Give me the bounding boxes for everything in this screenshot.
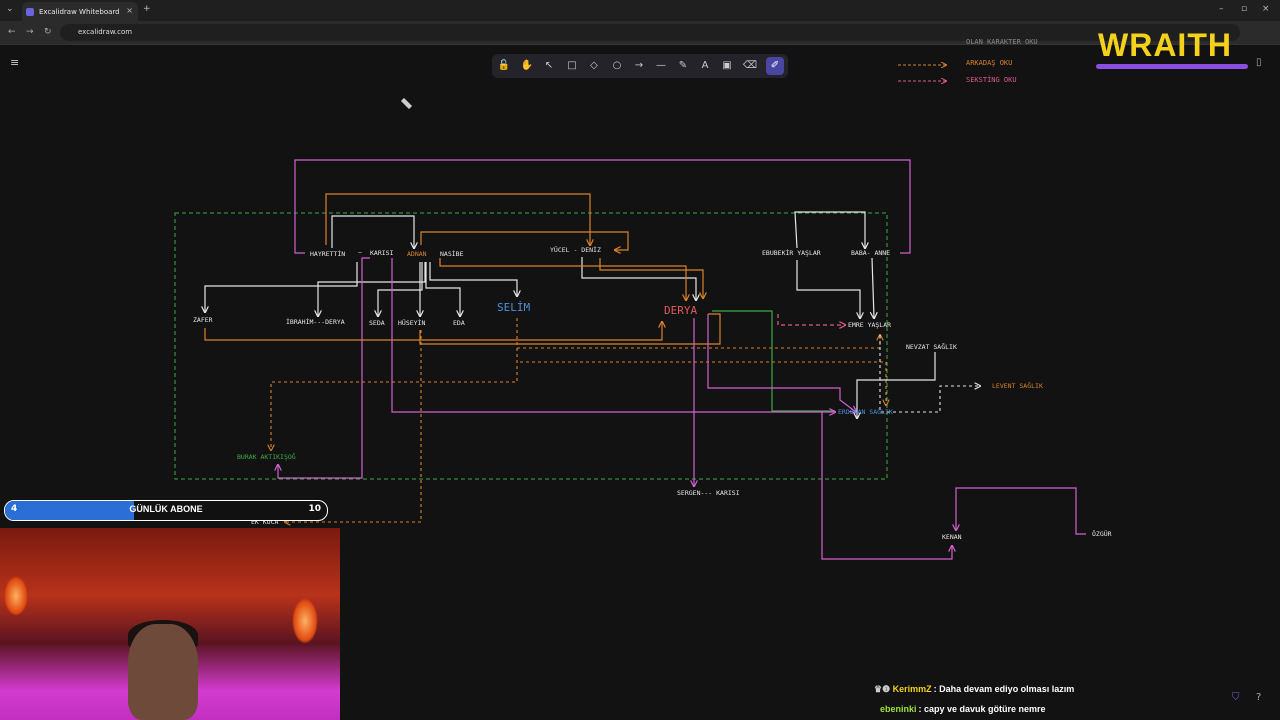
line-baba-emre [872, 257, 874, 318]
moderator-badge-icon: ♛❶ [874, 684, 893, 694]
node-ibrahim-derya: İBRAHİM---DERYA [286, 317, 345, 326]
line-zafer [205, 262, 358, 312]
pink-ozgur-kenan [956, 487, 1086, 535]
node-karisi: KARISI [370, 249, 394, 257]
line-ibrahim [318, 262, 426, 316]
node-nasibe: NASİBE [440, 249, 464, 258]
node-derya: DERYA [664, 304, 697, 317]
node-kenan: KENAN [942, 533, 962, 541]
white-parents-bracket [794, 211, 865, 248]
chat-user-2: ebeninki [880, 704, 917, 714]
line-selim [429, 262, 517, 296]
orange-zafer-derya [204, 322, 662, 341]
node-emre: EMRE YAŞLAR [848, 321, 891, 329]
sub-goal-target: 10 [308, 504, 321, 514]
sub-goal-title: GÜNLÜK ABONE [129, 504, 203, 514]
lamp-left [4, 576, 28, 616]
white-couple-bracket [331, 215, 414, 248]
pink-derya-erdogan [707, 314, 856, 412]
line-derya [581, 257, 696, 300]
lamp-right [292, 598, 318, 644]
node-erdogan: ERDOĞAN SAĞLIK [838, 407, 893, 416]
selim-burak-dashed [271, 318, 518, 450]
derya-emre-sexting [777, 314, 845, 325]
node-baba-anne: BABA- ANNE [851, 249, 890, 257]
node-seda: SEDA [369, 319, 385, 327]
streamer-face [128, 624, 198, 720]
line-eda [425, 262, 460, 316]
node-burak: BURAK AKTIKIŞOĞ [237, 452, 296, 461]
node-zafer: ZAFER [193, 316, 213, 324]
node-dash: — [358, 248, 362, 256]
selim-erdogan-dashed [520, 361, 886, 405]
node-selim: SELİM [497, 301, 530, 314]
line-emre [796, 260, 860, 318]
chat-message-1: : Daha devam ediyo olması lazım [933, 684, 1075, 694]
help-icon[interactable]: ? [1256, 692, 1261, 703]
logo-underline [1096, 64, 1248, 69]
node-hayrettin: HAYRETTİN [310, 249, 345, 258]
node-levent: LEVENT SAĞLIK [992, 381, 1043, 390]
node-adnan: ADNAN [407, 250, 427, 258]
selim-emre-dashed [517, 335, 880, 349]
sub-goal-bar: GÜNLÜK ABONE 4 10 [4, 500, 328, 521]
sub-goal-current: 4 [11, 504, 18, 514]
pink-outer-loop [294, 159, 911, 254]
node-huseyin: HÜSEYİN [398, 318, 425, 327]
node-ebubekir: EBUBEKİR YAŞLAR [762, 248, 821, 257]
line-seda [378, 262, 423, 316]
chat-message-2: : capy ve davuk götüre nemre [918, 704, 1046, 714]
wraith-logo: WRAITH [1098, 27, 1232, 63]
orange-top-link [325, 193, 590, 245]
pen-cursor-icon [400, 97, 413, 110]
green-derya-erdogan [712, 310, 835, 412]
pink-karisi-burak [278, 257, 370, 479]
ek-koca-dashed [285, 330, 422, 522]
chat-user-1: KerimmZ [892, 684, 932, 694]
chat-line-1: ♛❶ KerimmZ: Daha devam ediyo olması lazı… [874, 684, 1074, 695]
webcam-feed [0, 528, 340, 720]
node-sergen: SERGEN--- KARISI [677, 489, 740, 497]
node-nevzat: NEVZAT SAĞLIK [906, 342, 957, 351]
node-yucel-deniz: YÜCEL - DENİZ [550, 245, 601, 254]
pink-adnan-erdogan [391, 258, 835, 412]
chat-line-2: ebeninki: capy ve davuk götüre nemre [880, 704, 1046, 714]
shield-icon[interactable]: ⛉ [1232, 692, 1240, 703]
node-ozgur: ÖZGÜR [1092, 529, 1112, 538]
orange-to-derya [439, 258, 686, 300]
node-eda: EDA [453, 319, 465, 327]
